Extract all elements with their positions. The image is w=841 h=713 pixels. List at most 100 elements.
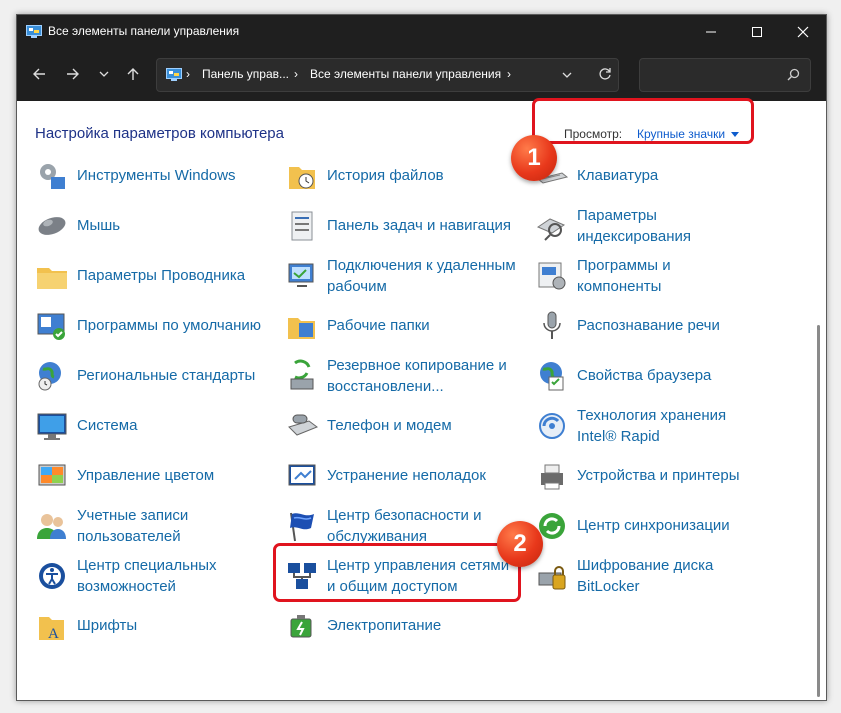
search-input[interactable] [639,58,811,92]
highlight-security-center [273,543,521,602]
control-panel-item-label: Шрифты [77,617,138,634]
step-badge-1: 1 [511,135,557,181]
control-panel-item[interactable]: Региональные стандарты [35,359,283,403]
backup-icon [290,359,314,390]
minimize-button[interactable] [688,15,734,49]
mouse-icon [38,217,66,235]
control-panel-item[interactable]: Управление цветом [35,459,283,503]
taskbar-icon [291,211,313,241]
scrollbar-thumb[interactable] [817,325,820,697]
windows-tools-icon [40,164,65,189]
control-panel-item-label: Инструменты Windows [77,167,236,184]
title-bar: Все элементы панели управления [17,15,826,49]
control-panel-item-label: Система [77,417,138,434]
explorer-options-icon [37,268,67,289]
control-panel-item[interactable]: Электропитание [285,609,533,653]
recent-locations-button[interactable] [93,63,115,85]
bitlocker-icon [538,566,566,590]
window-title: Все элементы панели управления [48,24,240,38]
control-panel-item-label: Управление цветом [77,467,215,484]
control-panel-item[interactable]: Параметры индексирования [535,207,785,253]
forward-button[interactable] [62,63,84,85]
system-icon [37,413,67,440]
control-panel-item[interactable]: Подключения к удаленным рабочим [285,257,533,303]
control-panel-item[interactable]: Технология хранения Intel® Rapid [535,407,785,453]
control-panel-item-label: Шифрование диска BitLocker [577,557,714,595]
control-panel-item[interactable]: Центр синхронизации [535,509,785,553]
control-panel-item[interactable]: Система [35,409,283,453]
troubleshooting-icon [288,464,316,486]
control-panel-item-label: Подключения к удаленным рабочим [327,257,516,295]
control-panel-item[interactable]: Инструменты Windows [35,159,283,203]
control-panel-item[interactable]: Параметры Проводника [35,259,283,303]
control-panel-item[interactable]: Рабочие папки [285,309,533,353]
arrow-right-icon [67,68,79,80]
control-panel-item[interactable]: Программы по умолчанию [35,309,283,353]
microphone-icon [543,311,561,339]
navigation-bar: › Панель управ... › Все элементы панели … [17,49,826,101]
control-panel-item[interactable]: Мышь [35,209,283,253]
control-panel-item-label: Телефон и модем [327,417,452,434]
programs-features-icon [538,262,566,290]
control-panel-item-label: Резервное копирование и восстановлени... [327,357,507,395]
control-panel-item-label: Мышь [77,217,121,234]
control-panel-item-label: Параметры индексирования [577,207,691,245]
control-panel-item[interactable]: История файлов [285,159,533,203]
work-folders-icon [288,318,315,339]
remote-desktop-icon [288,263,314,287]
control-panel-item-label: История файлов [327,167,444,184]
minimize-icon [706,31,716,33]
control-panel-item-label: Программы и компоненты [577,257,671,295]
control-panel-item-label: Панель задач и навигация [327,217,512,234]
control-panel-item[interactable]: A Шрифты [35,609,283,653]
control-panel-item[interactable]: Программы и компоненты [535,257,785,303]
chevron-down-icon [99,71,109,77]
control-panel-item-label: Свойства браузера [577,367,712,384]
back-button[interactable] [28,63,50,85]
intel-rapid-storage-icon [539,413,565,439]
control-panel-item-label: Региональные стандарты [77,367,256,384]
breadcrumb-separator-icon: › [186,67,190,81]
fonts-icon: A [39,617,64,642]
control-panel-item[interactable]: Свойства браузера [535,359,785,403]
address-bar[interactable]: › Панель управ... › Все элементы панели … [156,58,619,92]
control-panel-item[interactable]: Учетные записи пользователей [35,507,283,553]
close-button[interactable] [780,15,826,49]
security-flag-icon [290,512,314,542]
svg-text:A: A [48,626,59,642]
address-dropdown-button[interactable] [562,69,572,83]
control-panel-item[interactable]: Устранение неполадок [285,459,533,503]
user-accounts-icon [37,514,66,539]
control-panel-item-label: Центр синхронизации [577,517,730,534]
breadcrumb-separator-icon: › [294,67,298,81]
color-management-icon [38,464,66,486]
phone-modem-icon [288,414,319,436]
breadcrumb-all-items[interactable]: Все элементы панели управления [310,67,501,81]
control-panel-item[interactable]: Распознавание речи [535,309,785,353]
arrow-left-icon [33,68,45,80]
control-panel-item[interactable]: Панель задач и навигация [285,209,533,253]
breadcrumb-separator-icon: › [507,67,511,81]
search-icon [787,68,800,81]
control-panel-item[interactable]: Телефон и модем [285,409,533,453]
control-panel-item-label: Клавиатура [577,167,659,184]
control-panel-item-label: Технология хранения Intel® Rapid [577,407,727,445]
ease-of-access-icon [39,563,65,589]
refresh-button[interactable] [598,67,612,84]
control-panel-item[interactable]: Резервное копирование и восстановлени... [285,357,533,403]
breadcrumb-control-panel[interactable]: Панель управ... [202,67,289,81]
control-panel-icon [166,68,182,81]
page-heading: Настройка параметров компьютера [35,125,284,142]
control-panel-item-label: Учетные записи пользователей [77,507,189,545]
control-panel-item[interactable]: Устройства и принтеры [535,459,785,503]
control-panel-item[interactable]: Клавиатура [535,159,785,203]
content-area: Диспетчер устройствДиспетчер учетных дан… [17,101,826,700]
up-button[interactable] [122,63,144,85]
highlight-view-mode [532,98,754,144]
maximize-button[interactable] [734,15,780,49]
control-panel-item[interactable]: Шифрование диска BitLocker [535,557,785,603]
control-panel-item[interactable]: Центр специальных возможностей [35,557,283,603]
chevron-down-icon [562,72,572,78]
vertical-scrollbar[interactable] [814,101,824,700]
maximize-icon [752,27,762,37]
